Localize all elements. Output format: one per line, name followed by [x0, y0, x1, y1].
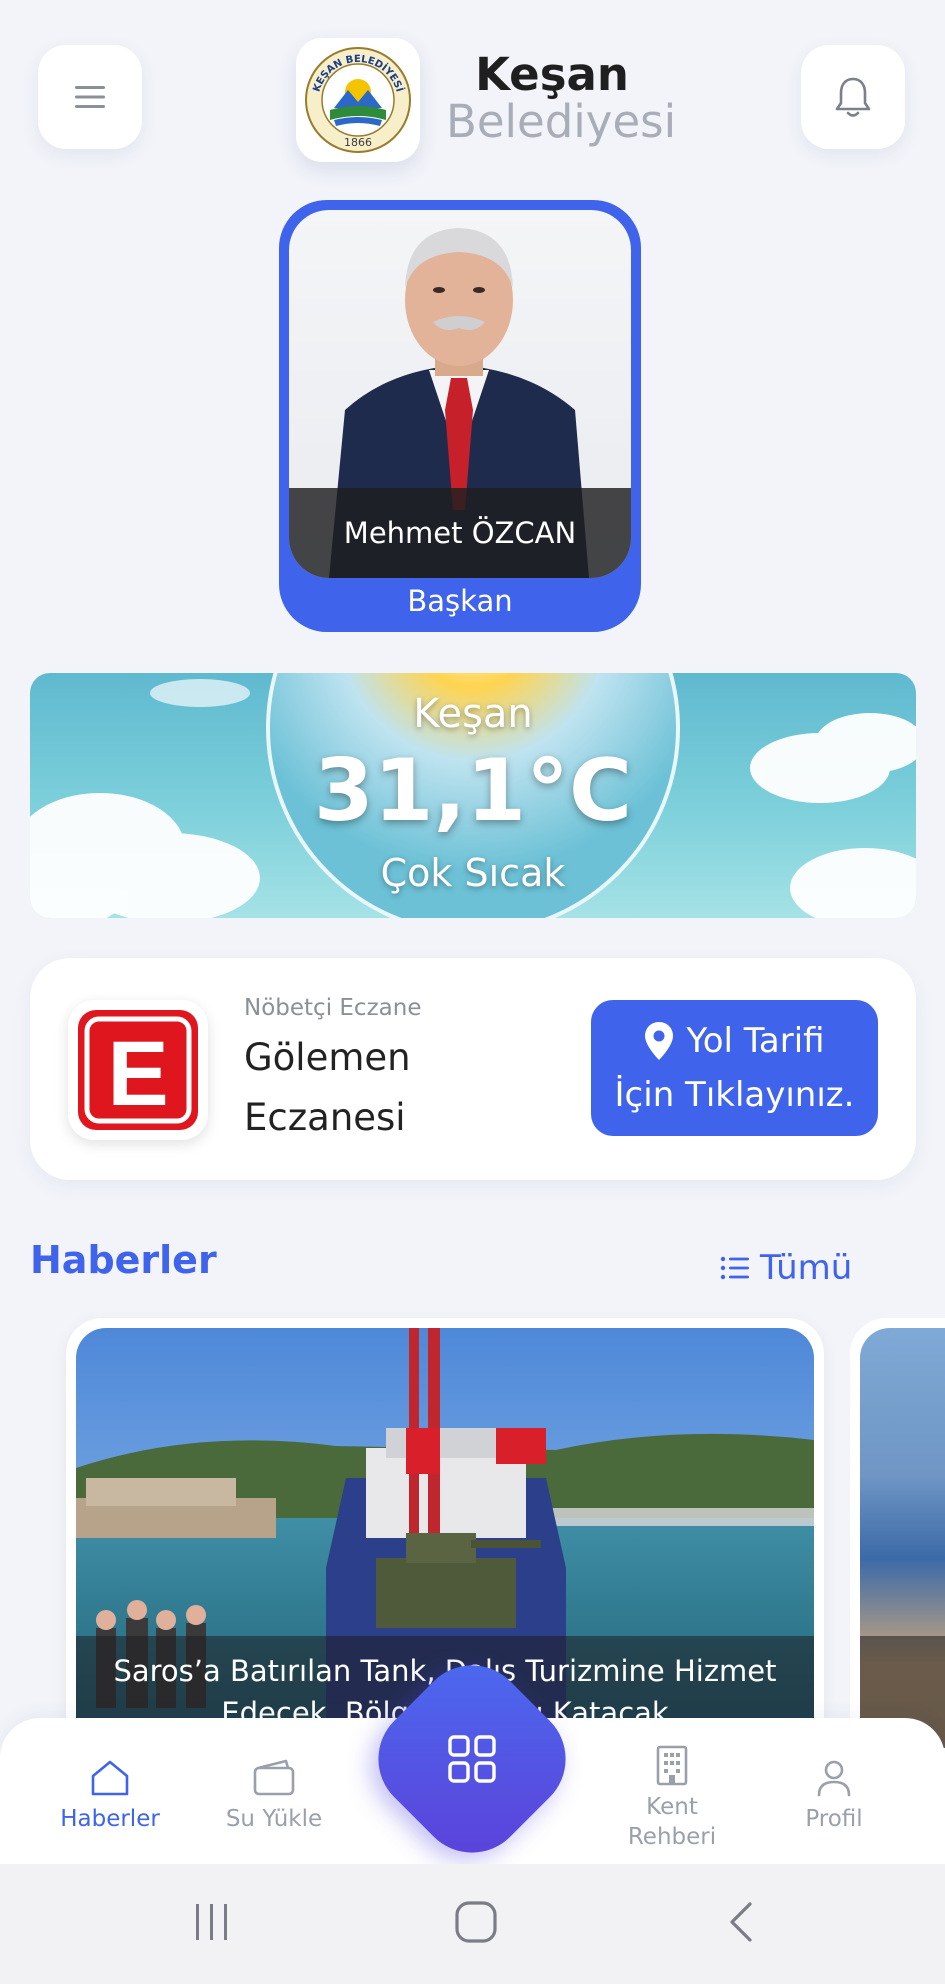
app-title: Keşan: [475, 48, 629, 101]
nav-label-su-yukle: Su Yükle: [225, 1806, 323, 1832]
menu-button[interactable]: [38, 45, 142, 149]
nav-label-profil: Profil: [805, 1806, 863, 1832]
nav-label-haberler: Haberler: [60, 1806, 160, 1832]
weather-card[interactable]: Keşan 31,1°C Çok Sıcak: [30, 673, 916, 918]
notifications-button[interactable]: [801, 45, 905, 149]
logo-emblem-icon: KEŞAN BELEDİYESİ 1866: [305, 47, 411, 153]
pharmacy-card[interactable]: E Nöbetçi Eczane Gölemen Eczanesi Yol Ta…: [30, 958, 916, 1180]
pharmacy-letter: E: [107, 1023, 168, 1125]
nav-label-kent-rehberi-line2: Rehberi: [627, 1824, 717, 1850]
home-icon: [91, 1760, 129, 1796]
nav-kent-rehberi[interactable]: Kent Rehberi: [610, 1744, 734, 1850]
pharmacy-label: Nöbetçi Eczane: [244, 995, 422, 1021]
see-all-news-link[interactable]: Tümü: [720, 1248, 852, 1288]
news-image-next: K: [860, 1328, 945, 1748]
mayor-name: Mehmet ÖZCAN: [289, 488, 631, 578]
pharmacy-logo: E: [68, 1000, 208, 1140]
directions-label-line1: Yol Tarifi: [686, 1021, 825, 1061]
pharmacy-name: Gölemen Eczanesi: [244, 1036, 411, 1139]
recents-icon[interactable]: [192, 1902, 232, 1942]
user-icon: [817, 1760, 851, 1797]
app-subtitle: Belediyesi: [446, 95, 677, 148]
map-pin-icon: [645, 1022, 674, 1060]
mayor-photo: Mehmet ÖZCAN: [289, 210, 631, 578]
wallet-icon: [253, 1759, 295, 1796]
nav-profil[interactable]: Profil: [772, 1758, 896, 1832]
system-navigation-bar: [0, 1864, 945, 1984]
weather-condition: Çok Sıcak: [380, 851, 566, 895]
directions-button[interactable]: Yol Tarifi İçin Tıklayınız.: [591, 1000, 878, 1136]
news-section-title: Haberler: [30, 1238, 217, 1282]
list-icon: [720, 1256, 749, 1280]
nav-label-kent-rehberi-line1: Kent: [646, 1794, 698, 1820]
mayor-card[interactable]: Mehmet ÖZCAN Başkan: [279, 200, 641, 632]
see-all-label: Tümü: [760, 1248, 853, 1288]
building-icon: [656, 1745, 688, 1786]
mayor-role: Başkan: [407, 584, 513, 618]
municipality-logo[interactable]: KEŞAN BELEDİYESİ 1866: [296, 38, 420, 162]
bell-icon: [835, 77, 871, 117]
pharmacy-e-icon: E: [78, 1010, 198, 1130]
directions-label-line2: İçin Tıklayınız.: [614, 1075, 855, 1115]
weather-city: Keşan: [413, 691, 533, 737]
svg-text:1866: 1866: [344, 136, 372, 149]
nav-su-yukle[interactable]: Su Yükle: [212, 1758, 336, 1832]
news-card-next[interactable]: K: [850, 1318, 945, 1758]
home-circle-icon[interactable]: [454, 1900, 498, 1944]
nav-haberler[interactable]: Haberler: [48, 1758, 172, 1832]
hamburger-menu-icon: [75, 86, 105, 108]
grid-icon: [430, 1717, 514, 1801]
weather-temperature: 31,1°C: [313, 741, 633, 841]
back-icon[interactable]: [726, 1900, 756, 1944]
